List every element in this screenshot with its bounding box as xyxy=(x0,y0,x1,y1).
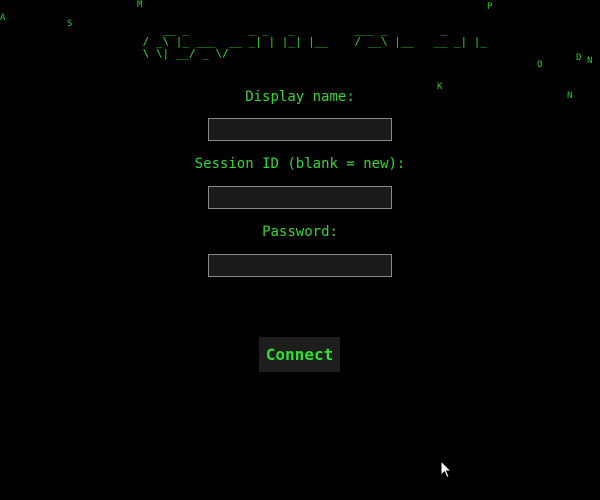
password-label: Password: xyxy=(262,224,338,240)
password-input[interactable] xyxy=(208,254,392,277)
mouse-pointer-icon xyxy=(440,460,453,479)
rain-glyph: M xyxy=(137,0,143,10)
rain-glyph: O xyxy=(537,60,543,70)
session-id-input[interactable] xyxy=(208,186,392,209)
display-name-input[interactable] xyxy=(208,118,392,141)
rain-glyph: D xyxy=(576,53,582,63)
connect-button[interactable]: Connect xyxy=(259,337,340,372)
rain-glyph: P xyxy=(487,2,493,12)
rain-glyph: S xyxy=(67,19,73,29)
ascii-banner: __ _ _ _ _ ___ _ _ / _\ |_ ___ __ _| | |… xyxy=(142,23,487,60)
rain-glyph: A xyxy=(0,13,6,23)
session-id-label: Session ID (blank = new): xyxy=(194,156,406,172)
display-name-label: Display name: xyxy=(245,89,355,105)
matrix-rain-background: M P A S D N O K N xyxy=(0,0,600,500)
rain-glyph: N xyxy=(587,56,593,66)
